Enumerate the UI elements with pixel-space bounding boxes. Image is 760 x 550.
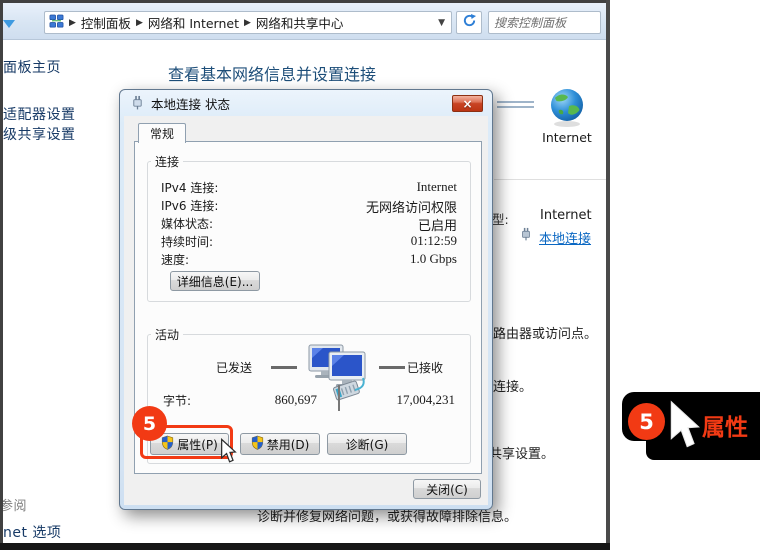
bytes-sent-value: 860,697 <box>217 392 317 408</box>
stat-value: Internet <box>417 179 457 196</box>
bytes-label: 字节: <box>163 392 191 409</box>
sidebar-item-control-panel-home[interactable]: 面板主页 <box>3 57 61 77</box>
sent-dash <box>271 366 297 369</box>
dialog-title: 本地连接 状态 <box>151 94 230 113</box>
access-type-label: 型: <box>492 209 509 228</box>
stat-value: 已启用 <box>418 215 457 234</box>
search-box <box>488 11 601 34</box>
received-label: 已接收 <box>407 359 443 376</box>
stat-label: 媒体状态: <box>161 215 213 234</box>
section-divider <box>494 179 608 180</box>
breadcrumb: ▶ 控制面板 ▶ 网络和 Internet ▶ 网络和共享中心 ▼ <box>44 11 452 34</box>
internet-globe-icon <box>547 86 587 132</box>
refresh-button[interactable] <box>456 11 482 34</box>
stat-row-ipv6: IPv6 连接: 无网络访问权限 <box>161 197 457 216</box>
text-fragment: 路由器或访问点。 <box>493 323 597 342</box>
back-history-icon[interactable] <box>3 20 15 28</box>
window-border <box>0 0 3 543</box>
activity-group-label: 活动 <box>151 326 183 343</box>
text-fragment: 连接。 <box>493 376 532 395</box>
sent-label: 已发送 <box>216 359 252 376</box>
page-title: 查看基本网络信息并设置连接 <box>168 61 376 85</box>
network-map-line <box>497 106 534 108</box>
stat-value: 01:12:59 <box>411 233 457 250</box>
disable-button-label: 禁用(D) <box>267 436 310 453</box>
window-border[interactable] <box>0 543 610 550</box>
connection-plug-icon <box>131 94 144 113</box>
text-fragment: 共享设置。 <box>489 443 554 462</box>
bytes-received-value: 17,004,231 <box>355 392 455 408</box>
access-type-value: Internet <box>540 208 592 223</box>
breadcrumb-arrow-icon: ▶ <box>244 18 251 28</box>
stat-label: IPv4 连接: <box>161 179 218 196</box>
disable-button[interactable]: 禁用(D) <box>240 433 320 455</box>
stat-row-speed: 速度: 1.0 Gbps <box>161 251 457 268</box>
stat-row-duration: 持续时间: 01:12:59 <box>161 233 457 250</box>
connection-group-label: 连接 <box>151 153 183 170</box>
network-center-icon <box>49 14 64 32</box>
step-badge: 5 <box>132 406 167 441</box>
network-map-line <box>497 101 534 103</box>
stat-value: 1.0 Gbps <box>410 251 457 268</box>
mouse-cursor-icon <box>220 438 237 468</box>
stat-value: 无网络访问权限 <box>366 197 457 216</box>
sidebar-item-internet-options[interactable]: net 选项 <box>3 522 61 542</box>
window-border[interactable] <box>606 0 610 543</box>
breadcrumb-item-control-panel[interactable]: 控制面板 <box>81 13 131 32</box>
bytes-divider <box>338 385 340 411</box>
see-also-heading: 参阅 <box>0 495 27 514</box>
local-connection-link[interactable]: 本地连接 <box>539 228 591 247</box>
mouse-cursor-icon <box>668 399 702 455</box>
stat-label: 速度: <box>161 251 189 268</box>
breadcrumb-arrow-icon: ▶ <box>136 18 143 28</box>
breadcrumb-arrow-icon: ▶ <box>69 18 76 28</box>
refresh-icon <box>462 13 477 32</box>
dialog-title-bar[interactable]: 本地连接 状态 <box>120 90 492 116</box>
tab-general[interactable]: 常规 <box>138 123 186 143</box>
uac-shield-icon <box>251 435 264 453</box>
internet-node-label: Internet <box>540 130 594 145</box>
connection-plug-icon <box>520 226 532 245</box>
received-dash <box>379 366 405 369</box>
diagnose-button[interactable]: 诊断(G) <box>327 433 407 455</box>
step-badge: 5 <box>628 403 665 440</box>
close-button[interactable]: 关闭(C) <box>413 479 481 499</box>
search-input[interactable] <box>488 11 601 34</box>
sidebar-item-adapter-settings[interactable]: 适配器设置 <box>3 104 76 124</box>
stat-label: IPv6 连接: <box>161 197 218 216</box>
stat-label: 持续时间: <box>161 233 213 250</box>
details-button[interactable]: 详细信息(E)... <box>170 271 260 291</box>
stat-row-media-state: 媒体状态: 已启用 <box>161 215 457 234</box>
sidebar-item-advanced-sharing[interactable]: 级共享设置 <box>3 124 76 144</box>
stat-row-ipv4: IPv4 连接: Internet <box>161 179 457 196</box>
close-icon[interactable]: × <box>452 95 483 112</box>
breadcrumb-item-network-internet[interactable]: 网络和 Internet <box>148 13 239 32</box>
screenshot-canvas: ▶ 控制面板 ▶ 网络和 Internet ▶ 网络和共享中心 ▼ 查看基本网络… <box>0 0 760 550</box>
chevron-down-icon[interactable]: ▼ <box>438 18 445 28</box>
breadcrumb-item-network-sharing-center[interactable]: 网络和共享中心 <box>256 13 344 32</box>
callout-label: 属性 <box>702 408 748 442</box>
window-border <box>0 0 610 3</box>
